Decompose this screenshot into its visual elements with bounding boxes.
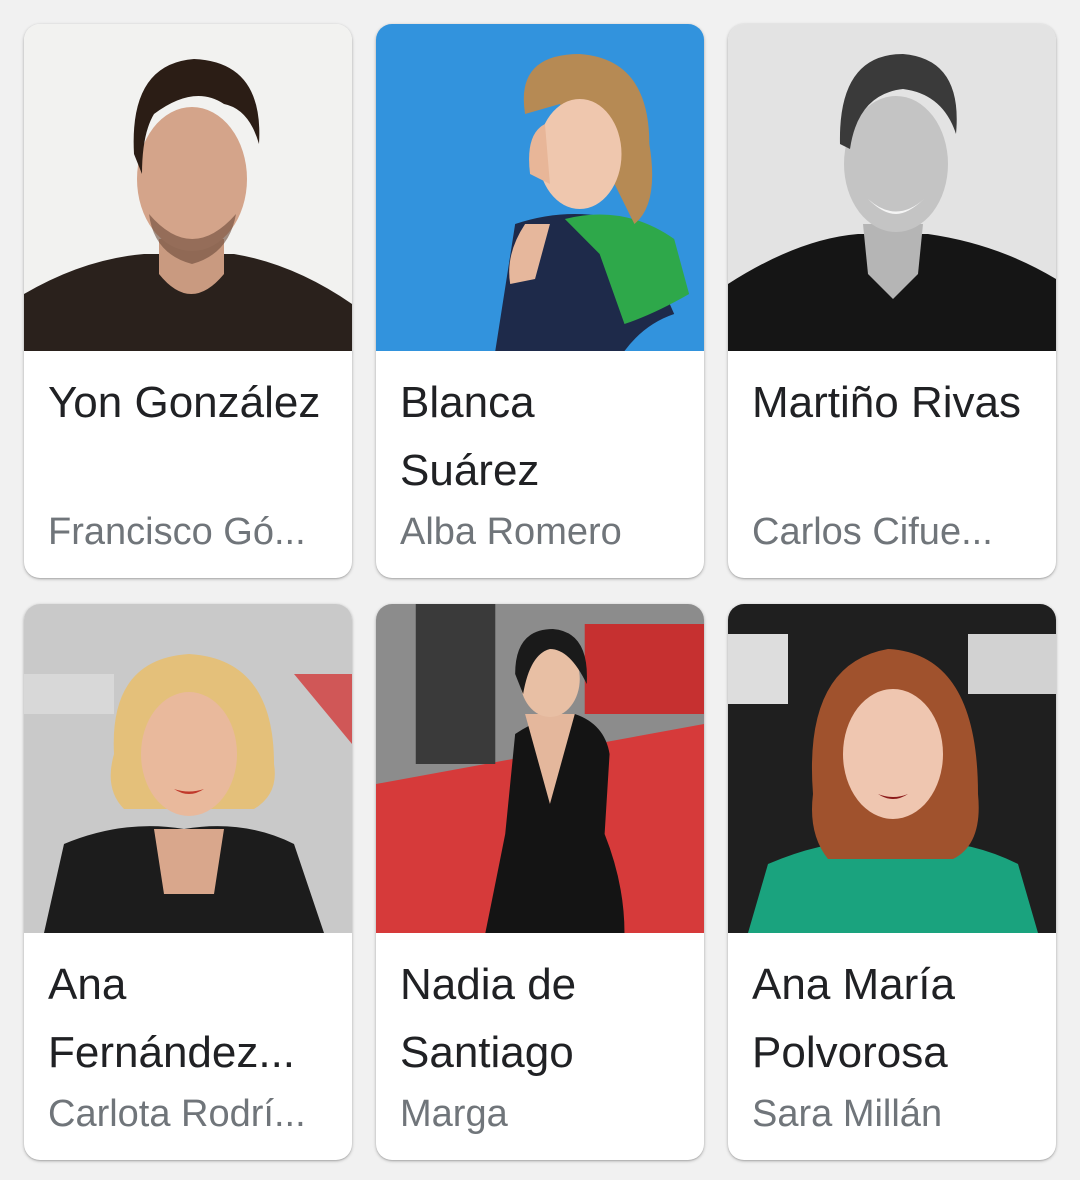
character-name: Marga <box>400 1093 508 1135</box>
character-name: Alba Romero <box>400 511 622 553</box>
actor-name: Nadia de Santiago <box>400 960 577 1077</box>
actor-photo <box>376 24 704 351</box>
character-name: Francisco Gó... <box>48 511 306 553</box>
cast-card[interactable]: Martiño Rivas Carlos Cifue... <box>728 24 1056 578</box>
actor-name: Yon González <box>48 378 321 427</box>
cast-grid: Yon González Francisco Gó... Blanca Suár… <box>0 0 1080 1180</box>
character-name: Carlos Cifue... <box>752 511 993 553</box>
cast-card[interactable]: Ana María Polvorosa Sara Millán <box>728 604 1056 1160</box>
cast-card[interactable]: Blanca Suárez Alba Romero <box>376 24 704 578</box>
actor-name: Blanca Suárez <box>400 378 540 495</box>
cast-card[interactable]: Nadia de Santiago Marga <box>376 604 704 1160</box>
actor-name: Ana María Polvorosa <box>752 960 955 1077</box>
cast-card[interactable]: Ana Fernández... Carlota Rodrí... <box>24 604 352 1160</box>
actor-photo <box>376 604 704 933</box>
actor-name: Martiño Rivas <box>752 378 1021 427</box>
actor-photo <box>728 24 1056 351</box>
actor-name: Ana Fernández... <box>48 960 296 1077</box>
character-name: Sara Millán <box>752 1093 943 1135</box>
actor-photo <box>24 604 352 933</box>
cast-card[interactable]: Yon González Francisco Gó... <box>24 24 352 578</box>
character-name: Carlota Rodrí... <box>48 1093 306 1135</box>
actor-photo <box>24 24 352 351</box>
actor-photo <box>728 604 1056 933</box>
